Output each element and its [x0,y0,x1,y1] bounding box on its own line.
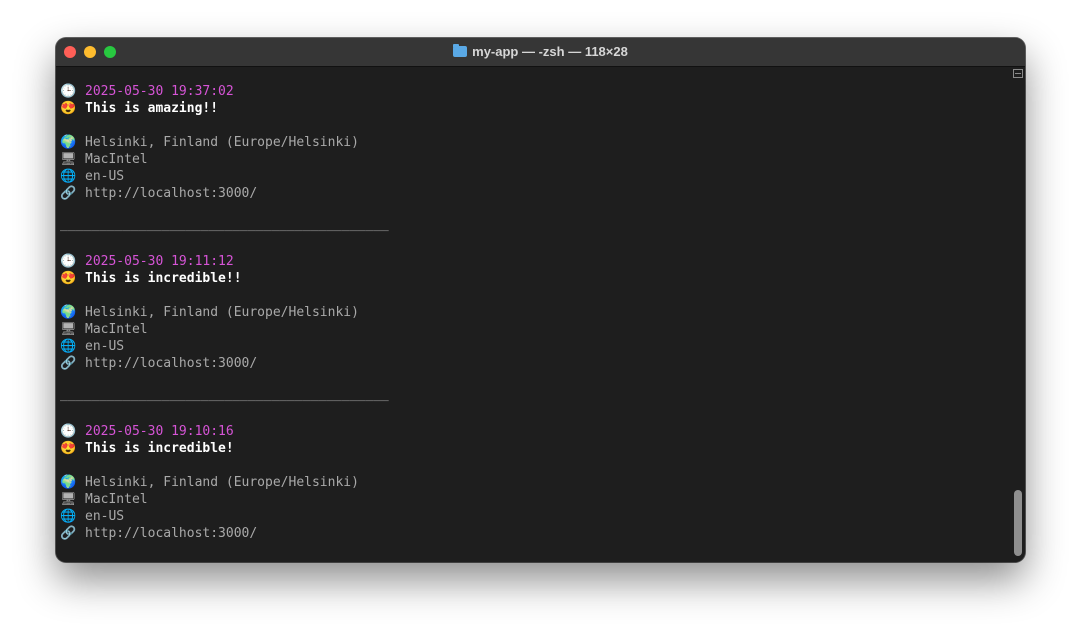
globe-icon: 🌍 [60,475,77,490]
heart-eyes-icon: 😍 [60,441,77,456]
message: This is amazing!! [85,101,219,116]
message-line: 😍 This is incredible!! [60,270,242,287]
platform-line: 🖥 MacIntel [60,491,148,508]
clock-icon: 🕒 [60,424,77,439]
language-line: 🌐 en-US [60,338,124,355]
url-line: 🔗 http://localhost:3000/ [60,525,257,542]
separator: ________________________________________… [60,387,389,402]
platform: MacIntel [85,322,148,337]
location: Helsinki, Finland (Europe/Helsinki) [85,135,359,150]
terminal-output[interactable]: 🕒 2025-05-30 19:37:02 😍 This is amazing!! … [56,67,1011,562]
url: http://localhost:3000/ [85,186,258,201]
location-line: 🌍 Helsinki, Finland (Europe/Helsinki) [60,474,359,491]
scroll-thumb[interactable] [1014,490,1022,556]
platform-line: 🖥 MacIntel [60,321,148,338]
platform-line: 🖥 MacIntel [60,151,148,168]
folder-icon [453,44,468,57]
location-line: 🌍 Helsinki, Finland (Europe/Helsinki) [60,304,359,321]
heart-eyes-icon: 😍 [60,271,77,286]
globe-grid-icon: 🌐 [60,509,77,524]
language-line: 🌐 en-US [60,508,124,525]
computer-icon: 🖥 [60,322,77,337]
message-line: 😍 This is incredible! [60,440,234,457]
location: Helsinki, Finland (Europe/Helsinki) [85,305,359,320]
globe-grid-icon: 🌐 [60,339,77,354]
vertical-scrollbar[interactable] [1011,67,1025,562]
language: en-US [85,509,125,524]
globe-grid-icon: 🌐 [60,169,77,184]
split-pane-icon[interactable] [1013,69,1023,78]
clock-icon: 🕒 [60,254,77,269]
timestamp: 2025-05-30 19:11:12 [85,254,234,269]
location-line: 🌍 Helsinki, Finland (Europe/Helsinki) [60,134,359,151]
timestamp: 2025-05-30 19:37:02 [85,84,234,99]
heart-eyes-icon: 😍 [60,101,77,116]
separator: ________________________________________… [60,217,389,232]
message: This is incredible! [85,441,234,456]
timestamp-line: 🕒 2025-05-30 19:37:02 [60,83,234,100]
language: en-US [85,169,125,184]
url: http://localhost:3000/ [85,526,258,541]
terminal-window: my-app — -zsh — 118×28 🕒 2025-05-30 19:37… [56,38,1025,562]
url-line: 🔗 http://localhost:3000/ [60,355,257,372]
language-line: 🌐 en-US [60,168,124,185]
title-bar[interactable]: my-app — -zsh — 118×28 [56,38,1025,67]
link-icon: 🔗 [60,356,77,371]
window-title: my-app — -zsh — 118×28 [56,38,1025,66]
url-line: 🔗 http://localhost:3000/ [60,185,257,202]
globe-icon: 🌍 [60,305,77,320]
message: This is incredible!! [85,271,242,286]
computer-icon: 🖥 [60,492,77,507]
window-title-text: my-app — -zsh — 118×28 [472,44,628,59]
link-icon: 🔗 [60,526,77,541]
location: Helsinki, Finland (Europe/Helsinki) [85,475,359,490]
computer-icon: 🖥 [60,152,77,167]
platform: MacIntel [85,492,148,507]
timestamp-line: 🕒 2025-05-30 19:11:12 [60,253,234,270]
clock-icon: 🕒 [60,84,77,99]
platform: MacIntel [85,152,148,167]
timestamp: 2025-05-30 19:10:16 [85,424,234,439]
timestamp-line: 🕒 2025-05-30 19:10:16 [60,423,234,440]
url: http://localhost:3000/ [85,356,258,371]
link-icon: 🔗 [60,186,77,201]
language: en-US [85,339,125,354]
message-line: 😍 This is amazing!! [60,100,218,117]
globe-icon: 🌍 [60,135,77,150]
